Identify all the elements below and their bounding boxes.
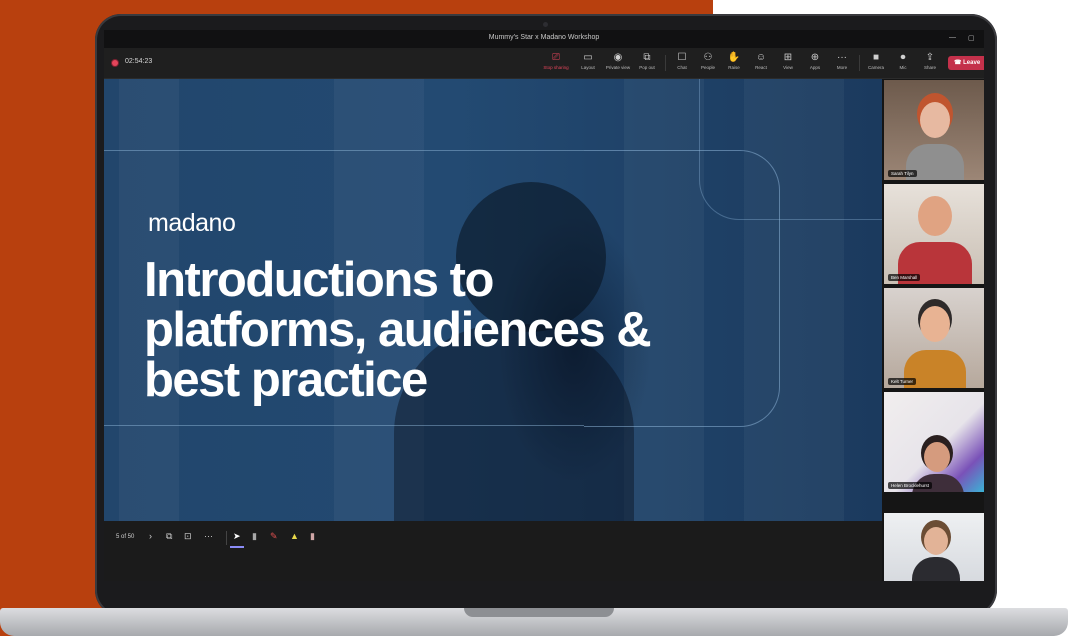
title-bar: Mummy's Star x Madano Workshop — ▢ [104, 30, 984, 48]
maximize-button[interactable]: ▢ [968, 34, 975, 42]
mic-button[interactable]: ⏺ Mic [890, 52, 916, 72]
more-button[interactable]: ··· More [829, 52, 855, 72]
selected-tool-indicator [230, 546, 244, 548]
stop-share-icon: ⎚ [552, 52, 560, 63]
slide-rule-line [104, 150, 584, 151]
mic-icon: ⏺ [900, 52, 906, 63]
slide-sorter-icon[interactable]: ⧉ [166, 531, 172, 542]
pop-out-button[interactable]: ⧉ Pop out [634, 52, 660, 72]
share-button[interactable]: ⇪ Share [917, 52, 943, 72]
participant-body [912, 557, 960, 581]
slide-counter: 5 of 50 [116, 534, 135, 540]
raise-hand-button[interactable]: ✋ Raise [721, 52, 747, 72]
participant-face [920, 306, 950, 342]
leave-label: Leave [963, 60, 981, 66]
camera-button[interactable]: ■ Camera [863, 52, 889, 72]
shared-slide: madano Introductions to platforms, audie… [104, 79, 882, 521]
toolbar-divider [665, 55, 666, 71]
participant-gallery: Sarah Tilyn Ben Marshall Kelt Turner Hel… [882, 79, 984, 581]
participant-tile[interactable]: Kelt Turner [884, 288, 984, 388]
camera-label: Camera [867, 65, 884, 70]
react-button[interactable]: ☺ React [748, 52, 774, 72]
leave-button[interactable]: ☎ Leave [948, 56, 984, 70]
stop-sharing-label: Stop sharing [543, 65, 569, 70]
chat-button[interactable]: ☐ Chat [669, 52, 695, 72]
participant-name: Sarah Tilyn [888, 170, 917, 177]
participant-face [924, 442, 950, 472]
people-icon: ⚇ [703, 52, 713, 63]
people-label: People [700, 65, 715, 70]
raise-hand-icon: ✋ [727, 52, 741, 63]
participant-name: Helen Brocklehurst [888, 482, 933, 489]
highlighter-icon[interactable]: ▲ [290, 531, 299, 541]
layout-button[interactable]: ▭ Layout [575, 52, 601, 72]
chat-icon: ☐ [677, 52, 687, 63]
participant-name: Kelt Turner [888, 378, 917, 385]
window-title: Mummy's Star x Madano Workshop [488, 34, 600, 41]
participant-tile[interactable] [884, 513, 984, 581]
pop-out-label: Pop out [639, 65, 655, 70]
slide-title-line: best practice [144, 353, 428, 407]
participant-tile[interactable]: Helen Brocklehurst [884, 392, 984, 492]
participant-tile[interactable]: Ben Marshall [884, 184, 984, 284]
presenter-divider [226, 531, 227, 545]
meeting-toolbar: 02:54:23 ⎚ Stop sharing ▭ Layout ◉ Priva… [104, 48, 984, 79]
people-button[interactable]: ⚇ People [695, 52, 721, 72]
toolbar-divider [859, 55, 860, 71]
slide-title-line: platforms, audiences & [144, 303, 652, 357]
view-label: View [783, 65, 793, 70]
recording-icon [112, 60, 118, 66]
pop-out-icon: ⧉ [643, 52, 651, 63]
participant-name: Ben Marshall [888, 274, 921, 281]
view-icon: ⊞ [783, 52, 793, 63]
private-view-label: Private view [605, 65, 631, 70]
minimize-button[interactable]: — [949, 34, 956, 41]
private-view-icon: ◉ [613, 52, 623, 63]
view-button[interactable]: ⊞ View [775, 52, 801, 72]
more-label: More [836, 65, 848, 70]
apps-icon: ⊕ [810, 52, 820, 63]
layout-icon: ▭ [583, 52, 593, 63]
participant-face [924, 527, 948, 555]
share-label: Share [923, 65, 936, 70]
marker-icon[interactable]: ✎ [270, 531, 278, 542]
brand-logo: madano [148, 209, 236, 237]
webcam-icon [543, 22, 548, 27]
participant-face [920, 102, 950, 138]
share-icon: ⇪ [925, 52, 935, 63]
slide-frame-outline [699, 79, 882, 220]
slide-title: Introductions to platforms, audiences & … [144, 255, 784, 405]
presenter-controls: 5 of 50 › ⧉ ⊡ ··· ➤ ▮ ✎ ▲ ▮ [104, 521, 882, 581]
react-icon: ☺ [755, 52, 767, 63]
apps-label: Apps [809, 65, 821, 70]
laser-pointer-icon[interactable]: ➤ [233, 531, 241, 542]
participant-face [918, 196, 952, 236]
raise-label: Raise [728, 65, 740, 70]
mic-label: Mic [899, 65, 907, 70]
eraser-icon[interactable]: ▮ [310, 531, 315, 542]
more-options-icon[interactable]: ··· [204, 531, 213, 541]
more-icon: ··· [837, 52, 847, 63]
react-label: React [755, 65, 767, 70]
participant-tile[interactable]: Sarah Tilyn [884, 80, 984, 180]
stop-sharing-button[interactable]: ⎚ Stop sharing [543, 52, 569, 72]
laptop-notch [464, 608, 614, 617]
slide-title-line: Introductions to [144, 253, 494, 307]
private-view-button[interactable]: ◉ Private view [605, 52, 631, 72]
call-timer: 02:54:23 [125, 58, 153, 65]
pen-icon[interactable]: ▮ [252, 531, 257, 542]
phone-hangup-icon: ☎ [954, 60, 964, 66]
slide-rule-line [104, 425, 584, 426]
teams-window: Mummy's Star x Madano Workshop — ▢ 02:54… [104, 30, 984, 581]
layout-label: Layout [581, 65, 595, 70]
chat-label: Chat [677, 65, 687, 70]
next-slide-icon[interactable]: › [149, 531, 152, 541]
apps-button[interactable]: ⊕ Apps [802, 52, 828, 72]
presenter-view-icon[interactable]: ⊡ [184, 531, 192, 542]
camera-icon: ■ [872, 52, 880, 63]
